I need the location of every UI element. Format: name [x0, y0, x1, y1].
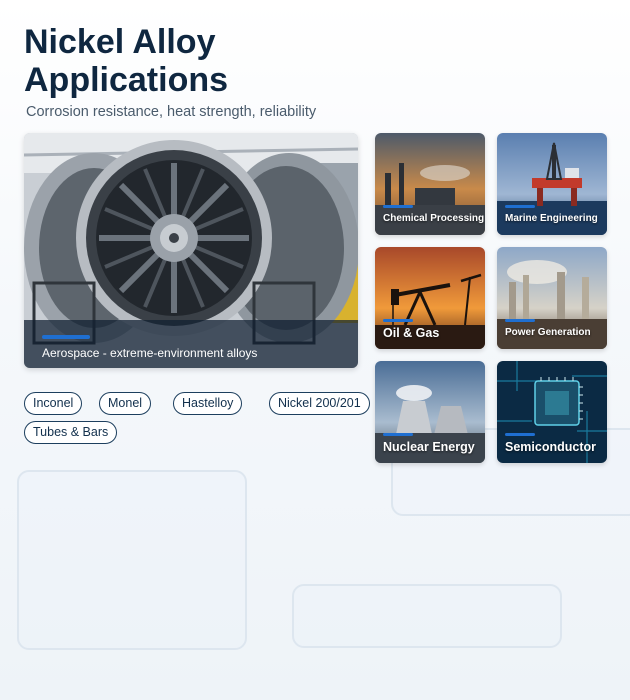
tile-label: Oil & Gas: [383, 326, 440, 340]
page-subtitle: Corrosion resistance, heat strength, rel…: [26, 104, 317, 120]
accent-bar: [505, 433, 535, 436]
accent-bar: [505, 205, 535, 208]
tile-label: Chemical Processing: [383, 213, 485, 224]
tile-chemical-processing[interactable]: Chemical Processing: [375, 133, 485, 235]
tile-semiconductor[interactable]: Semiconductor: [497, 361, 607, 463]
tile-power-generation[interactable]: Power Generation: [497, 247, 607, 349]
tag-nickel-200-201[interactable]: Nickel 200/201: [269, 392, 370, 415]
accent-bar: [383, 433, 413, 436]
accent-bar: [383, 319, 413, 322]
accent-bar: [383, 205, 413, 208]
tile-nuclear-energy[interactable]: Nuclear Energy: [375, 361, 485, 463]
tile-label: Nuclear Energy: [383, 440, 475, 454]
tag-hastelloy[interactable]: Hastelloy: [173, 392, 243, 415]
hero-caption: Aerospace - extreme-environment alloys: [24, 320, 358, 368]
page-title: Nickel Alloy Applications: [24, 23, 229, 99]
tile-oil-gas[interactable]: Oil & Gas: [375, 247, 485, 349]
accent-bar: [505, 319, 535, 322]
tile-marine-engineering[interactable]: Marine Engineering: [497, 133, 607, 235]
hero-card-aerospace[interactable]: Aerospace - extreme-environment alloys: [24, 133, 358, 368]
tag-inconel[interactable]: Inconel: [24, 392, 83, 415]
tile-label: Semiconductor: [505, 440, 596, 454]
tile-label: Power Generation: [505, 327, 591, 338]
tag-monel[interactable]: Monel: [99, 392, 152, 415]
hero-label: Aerospace - extreme-environment alloys: [42, 346, 258, 360]
tile-label: Marine Engineering: [505, 213, 598, 224]
accent-bar: [42, 335, 90, 339]
background-panel: [292, 584, 562, 648]
tag-tubes-bars[interactable]: Tubes & Bars: [24, 421, 118, 444]
background-panel: [17, 470, 247, 650]
